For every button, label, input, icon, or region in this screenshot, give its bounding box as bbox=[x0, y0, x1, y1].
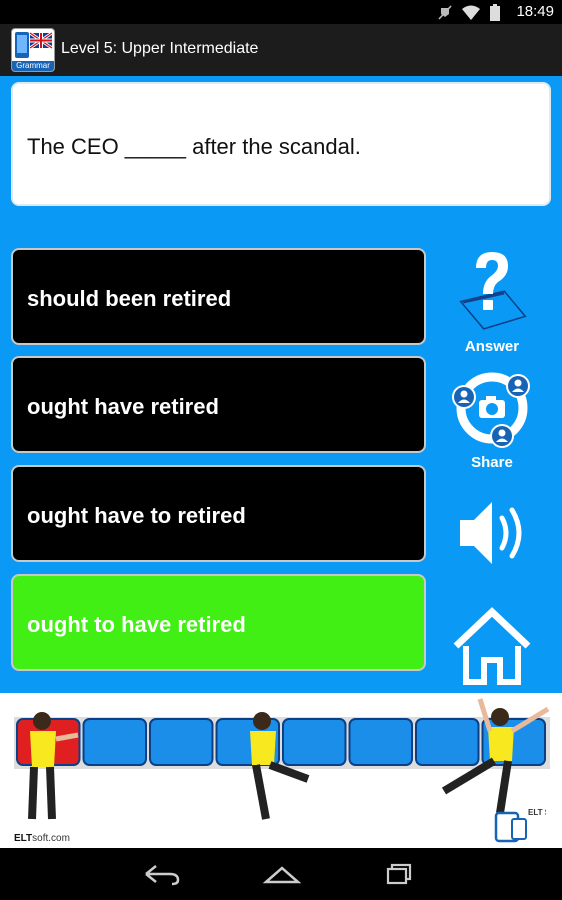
progress-cell bbox=[82, 718, 147, 766]
girl-figure-middle bbox=[250, 712, 310, 820]
home-nav-icon[interactable] bbox=[262, 860, 302, 888]
question-card: The CEO _____ after the scandal. bbox=[11, 82, 551, 206]
app-logo-label: Grammar bbox=[12, 61, 54, 71]
system-nav-bar bbox=[0, 848, 562, 900]
sound-button[interactable] bbox=[446, 488, 538, 578]
progress-cell bbox=[348, 718, 413, 766]
app-logo[interactable]: Grammar bbox=[11, 28, 55, 72]
status-time: 18:49 bbox=[516, 3, 554, 20]
answer-option-label: ought have retired bbox=[27, 394, 219, 419]
ad-banner[interactable]: ELTsoft.com ELT SOFT bbox=[0, 693, 562, 848]
answer-option-4[interactable]: ought to have retired bbox=[11, 574, 426, 671]
answer-option-label: ought to have retired bbox=[27, 612, 246, 637]
answer-option-label: ought have to retired bbox=[27, 503, 246, 528]
mute-icon bbox=[438, 4, 452, 20]
share-label: Share bbox=[471, 454, 513, 471]
progress-cell bbox=[149, 718, 214, 766]
screen-title: Level 5: Upper Intermediate bbox=[61, 40, 259, 57]
girl-figure-right bbox=[441, 698, 550, 814]
quiz-area: The CEO _____ after the scandal. should … bbox=[0, 76, 562, 693]
battery-icon bbox=[490, 4, 500, 21]
app-bar: Grammar Level 5: Upper Intermediate bbox=[0, 24, 562, 76]
recent-apps-icon[interactable] bbox=[380, 860, 420, 888]
answer-option-2[interactable]: ought have retired bbox=[11, 356, 426, 453]
answer-option-1[interactable]: should been retired bbox=[11, 248, 426, 345]
back-icon[interactable] bbox=[142, 860, 182, 888]
home-icon bbox=[453, 607, 531, 685]
phone-flag-icon bbox=[15, 31, 53, 58]
home-button[interactable] bbox=[446, 606, 538, 686]
girl-figure-left bbox=[28, 712, 79, 820]
answer-button[interactable]: Answer bbox=[446, 246, 538, 356]
ad-site-bold: ELT bbox=[14, 833, 33, 844]
share-button[interactable]: Share bbox=[446, 366, 538, 476]
status-icons bbox=[438, 4, 500, 21]
question-mark-icon bbox=[459, 252, 527, 330]
answer-label: Answer bbox=[464, 338, 520, 355]
wifi-icon bbox=[462, 5, 480, 20]
status-bar: 18:49 bbox=[0, 0, 562, 24]
eltsoft-logo-icon: ELT SOFT bbox=[494, 808, 546, 843]
speaker-icon bbox=[460, 502, 522, 564]
ad-site-text: ELTsoft.com bbox=[14, 833, 70, 844]
ad-badge-text: ELT SOFT bbox=[528, 808, 546, 817]
answer-option-label: should been retired bbox=[27, 286, 232, 311]
ad-site-rest: soft.com bbox=[32, 833, 70, 844]
share-camera-icon bbox=[452, 372, 530, 448]
question-text: The CEO _____ after the scandal. bbox=[27, 134, 361, 159]
answer-option-3[interactable]: ought have to retired bbox=[11, 465, 426, 562]
